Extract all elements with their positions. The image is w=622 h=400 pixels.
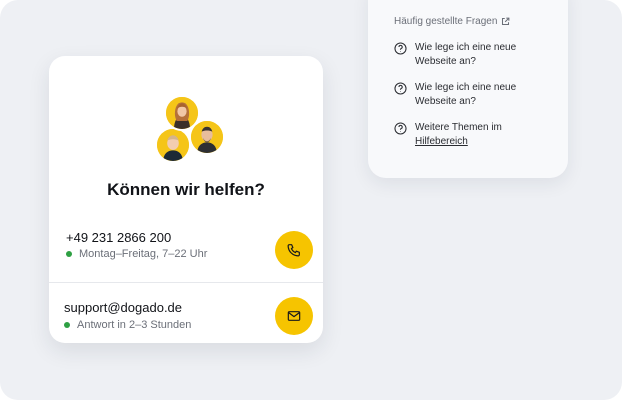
avatar bbox=[164, 95, 200, 131]
faq-item[interactable]: Wie lege ich eine neue Webseite an? bbox=[394, 81, 568, 109]
online-status-dot bbox=[66, 251, 72, 257]
contact-title: Können wir helfen? bbox=[107, 180, 265, 199]
phone-number: +49 231 2866 200 bbox=[66, 230, 172, 245]
faq-header-label: Häufig gestellte Fragen bbox=[394, 16, 498, 27]
email-contact-row: support@dogado.de Antwort in 2–3 Stunden bbox=[49, 282, 323, 343]
mail-icon bbox=[287, 311, 301, 321]
call-button[interactable] bbox=[275, 231, 313, 269]
email-button[interactable] bbox=[275, 297, 313, 335]
question-circle-icon bbox=[394, 122, 407, 135]
phone-contact-row: +49 231 2866 200 Montag–Freitag, 7–22 Uh… bbox=[49, 226, 323, 282]
email-response-time: Antwort in 2–3 Stunden bbox=[64, 319, 191, 331]
phone-hours: Montag–Freitag, 7–22 Uhr bbox=[66, 248, 207, 260]
faq-card: Häufig gestellte Fragen Wie lege ich ein… bbox=[368, 0, 568, 178]
faq-more-text: Weitere Themen im Hilfebereich bbox=[415, 121, 545, 149]
faq-question-text: Wie lege ich eine neue Webseite an? bbox=[415, 82, 517, 107]
phone-hours-text: Montag–Freitag, 7–22 Uhr bbox=[79, 248, 208, 260]
support-team-avatars bbox=[49, 56, 323, 176]
contact-card: Können wir helfen? +49 231 2866 200 Mont… bbox=[49, 56, 323, 343]
question-circle-icon bbox=[394, 42, 407, 55]
help-area-link[interactable]: Hilfebereich bbox=[415, 136, 468, 147]
faq-more-topics: Weitere Themen im Hilfebereich bbox=[394, 121, 568, 149]
avatar bbox=[155, 127, 191, 163]
faq-item[interactable]: Wie lege ich eine neue Webseite an? bbox=[394, 41, 568, 69]
faq-header[interactable]: Häufig gestellte Fragen bbox=[394, 16, 568, 27]
online-status-dot bbox=[64, 322, 70, 328]
question-circle-icon bbox=[394, 82, 407, 95]
page-background: Häufig gestellte Fragen Wie lege ich ein… bbox=[0, 0, 622, 400]
phone-icon bbox=[287, 244, 300, 257]
faq-more-prefix: Weitere Themen im bbox=[415, 122, 502, 133]
email-response-text: Antwort in 2–3 Stunden bbox=[77, 319, 192, 331]
support-email: support@dogado.de bbox=[64, 300, 183, 315]
faq-question-text: Wie lege ich eine neue Webseite an? bbox=[415, 42, 517, 67]
external-link-icon bbox=[501, 17, 510, 26]
